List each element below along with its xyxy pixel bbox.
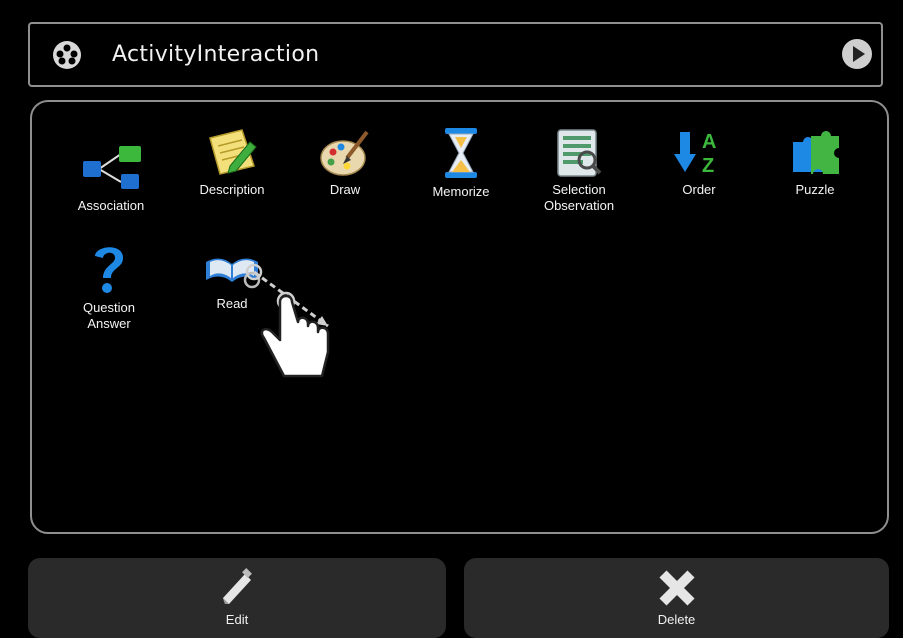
activity-label: Description: [199, 182, 265, 197]
activity-label: Selection Observation: [543, 182, 615, 213]
activity-label: Order: [682, 182, 716, 197]
activity-draw[interactable]: Draw: [290, 128, 400, 198]
puzzle-icon: [793, 131, 839, 174]
checklist-magnifier-icon: [557, 129, 602, 177]
association-icon: [83, 146, 141, 189]
close-x-icon: [658, 570, 695, 606]
edit-button[interactable]: Edit: [28, 558, 446, 638]
sort-az-icon: A Z: [674, 131, 716, 177]
edit-label: Edit: [225, 612, 249, 627]
activity-label: Draw: [329, 182, 361, 197]
activity-puzzle[interactable]: Puzzle: [760, 128, 870, 198]
palette-brush-icon: [320, 130, 369, 176]
activity-question-answer[interactable]: Question Answer: [54, 242, 164, 332]
question-mark-icon: [95, 247, 123, 293]
activities-panel: Association Description Draw Memorize Se…: [30, 100, 889, 534]
svg-text:A: A: [702, 131, 716, 153]
pointer-hand-gesture-icon: [245, 263, 330, 378]
pencil-icon: [223, 568, 252, 604]
palette-reel-icon: [53, 41, 81, 69]
hourglass-icon: [445, 128, 477, 178]
notepad-pencil-icon: [209, 129, 257, 175]
activity-memorize[interactable]: Memorize: [406, 126, 516, 200]
delete-label: Delete: [657, 612, 696, 627]
activity-selection-observation[interactable]: Selection Observation: [524, 128, 634, 214]
activity-label: Question Answer: [82, 300, 136, 331]
page-title: ActivityInteraction: [112, 42, 320, 67]
activity-label: Association: [77, 198, 145, 213]
play-circle-icon[interactable]: [841, 38, 873, 70]
activity-order[interactable]: A Z Order: [644, 128, 754, 198]
activity-description[interactable]: Description: [177, 128, 287, 198]
activity-label: Memorize: [432, 184, 490, 199]
delete-button[interactable]: Delete: [464, 558, 889, 638]
activity-association[interactable]: Association: [56, 144, 166, 214]
activity-label: Puzzle: [795, 182, 835, 197]
svg-text:Z: Z: [702, 155, 714, 177]
title-bar: ActivityInteraction: [28, 22, 883, 87]
